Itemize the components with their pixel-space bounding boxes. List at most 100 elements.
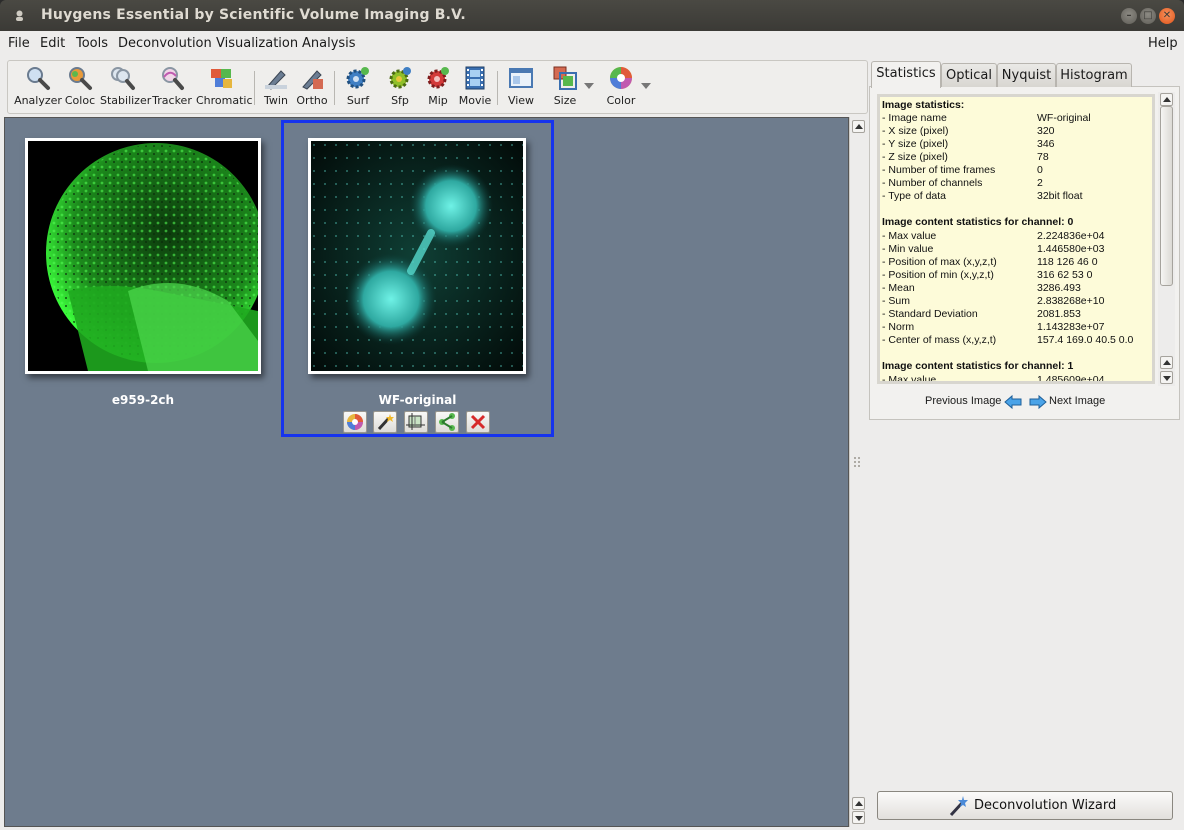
surf-label: Surf [346,94,370,107]
scroll-down-button[interactable] [1160,371,1173,384]
analyzer-tool-button[interactable]: Analyzer [12,65,64,111]
scroll-up-button[interactable] [852,120,865,133]
toolbar: Analyzer Coloc Stabilizer Tracker Chroma… [7,60,868,114]
window-title: Huygens Essential by Scientific Volume I… [41,7,466,23]
thumbnail-e959-2ch[interactable] [25,138,261,374]
movie-label: Movie [458,94,492,107]
title-bar: Huygens Essential by Scientific Volume I… [0,0,1184,31]
arrow-up-icon [855,801,863,806]
crop-button[interactable] [404,411,428,433]
tab-statistics[interactable]: Statistics [871,61,941,88]
twin-pen-icon [265,70,287,90]
arrow-up-icon [1163,360,1171,365]
sfp-label: Sfp [391,94,409,107]
scroll-down-button[interactable] [852,811,865,824]
gallery-scrollbar[interactable] [849,117,866,827]
view-label: View [507,94,535,107]
delete-button[interactable] [466,411,490,433]
deconvolution-wizard-button[interactable]: Deconvolution Wizard [877,791,1173,820]
color-dropdown-arrow-icon[interactable] [641,83,651,89]
menu-deconvolution[interactable]: Deconvolution [118,36,212,51]
tab-optical[interactable]: Optical [941,63,997,87]
menu-help[interactable]: Help [1148,36,1178,51]
magic-wand-icon [949,796,968,817]
menu-edit[interactable]: Edit [40,36,65,51]
sfp-tool-button[interactable]: Sfp [384,65,416,111]
color-tool-button[interactable]: Color [605,65,637,111]
thumbnail-wf-original[interactable] [308,138,526,374]
arrow-up-icon [1163,97,1171,102]
ortho-tool-button[interactable]: Ortho [296,65,328,111]
color-button[interactable] [343,411,367,433]
tracker-tool-button[interactable]: Tracker [152,65,192,111]
scroll-up-button[interactable] [1160,356,1173,369]
surf-gear-icon [346,67,369,89]
minimize-button[interactable]: – [1121,8,1137,24]
ortho-pen-icon [302,70,323,90]
surf-tool-button[interactable]: Surf [342,65,374,111]
splitter-grip-icon[interactable] [852,455,862,469]
sfp-gear-icon [389,67,411,89]
tab-histogram[interactable]: Histogram [1056,63,1132,87]
size-tool-button[interactable]: Size [549,65,581,111]
close-icon: ✕ [1162,10,1172,21]
thumbnail-label: WF-original [378,393,457,407]
delete-x-icon [470,414,486,430]
previous-image-link[interactable]: Previous Image [925,395,1001,407]
arrow-down-icon [855,816,863,821]
arrow-up-icon [855,124,863,129]
chromatic-tool-button[interactable]: Chromatic [196,65,253,111]
size-label: Size [553,94,577,107]
size-icon [553,66,577,90]
chromatic-label: Chromatic [196,94,253,107]
coloc-tool-button[interactable]: Coloc [64,65,96,111]
mip-tool-button[interactable]: Mip [422,65,454,111]
menu-visualization[interactable]: Visualization [216,36,298,51]
size-dropdown-arrow-icon[interactable] [584,83,594,89]
tab-nyquist[interactable]: Nyquist [997,63,1056,87]
share-icon [439,413,455,431]
coloc-magnifier-icon [69,67,92,90]
view-tool-button[interactable]: View [505,65,537,111]
scroll-up-button[interactable] [1160,93,1173,106]
ortho-label: Ortho [296,94,328,107]
toolbar-separator [497,71,498,105]
minimize-icon: – [1126,10,1132,21]
stabilizer-tool-button[interactable]: Stabilizer [100,65,152,111]
maximize-icon: □ [1143,10,1153,21]
tracker-icon [162,67,184,90]
stabilizer-label: Stabilizer [100,94,152,107]
magnifier-icon [27,67,50,90]
window-icon [509,68,533,88]
toolbar-separator [334,71,335,105]
arrow-right-icon[interactable] [1029,394,1047,410]
film-icon [465,66,485,90]
movie-tool-button[interactable]: Movie [458,65,492,111]
arrow-left-icon[interactable] [1004,394,1022,410]
wizard-label: Deconvolution Wizard [974,798,1117,813]
maximize-button[interactable]: □ [1140,8,1156,24]
scrollbar-thumb[interactable] [1160,106,1173,286]
green-sphere-image [28,141,258,371]
mip-label: Mip [428,94,448,107]
window-menu-icon[interactable] [15,10,24,21]
menu-tools[interactable]: Tools [76,36,108,51]
twin-label: Twin [264,94,288,107]
toolbar-separator [254,71,255,105]
next-image-link[interactable]: Next Image [1049,395,1105,407]
menu-file[interactable]: File [8,36,30,51]
analyzer-label: Analyzer [14,94,62,107]
arrow-down-icon [1163,376,1171,381]
deconvolution-wand-button[interactable] [373,411,397,433]
share-button[interactable] [435,411,459,433]
crop-icon [406,413,425,430]
statistics-scrollbar[interactable] [1158,92,1175,386]
close-button[interactable]: ✕ [1159,8,1175,24]
coloc-label: Coloc [64,94,96,107]
tracker-label: Tracker [152,94,192,107]
stabilizer-icon [111,67,135,90]
twin-tool-button[interactable]: Twin [260,65,292,111]
menu-analysis[interactable]: Analysis [302,36,356,51]
color-wheel-icon [347,414,363,430]
scroll-down-button[interactable] [852,797,865,810]
